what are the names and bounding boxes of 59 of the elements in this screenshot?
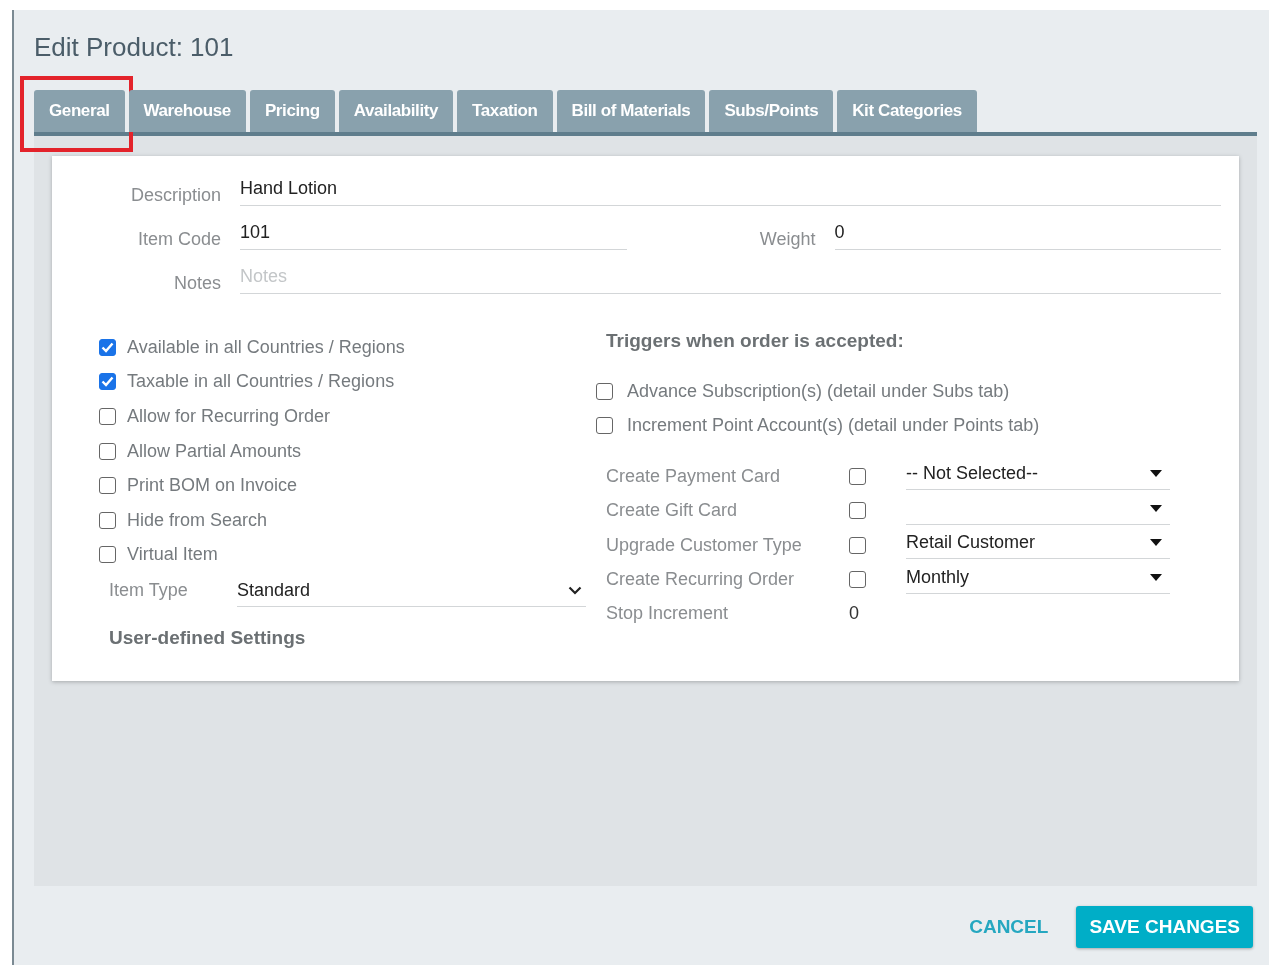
checkbox-label: Print BOM on Invoice (127, 475, 298, 497)
checkbox[interactable] (849, 536, 866, 554)
checkbox[interactable] (99, 546, 116, 564)
checkbox[interactable] (596, 382, 613, 400)
dropdown-select[interactable]: Monthly (906, 565, 1170, 594)
tab[interactable]: General (34, 90, 125, 132)
tab[interactable]: Bill of Materials (556, 90, 706, 132)
checkbox[interactable] (849, 467, 866, 485)
chevron-down-icon (568, 586, 582, 596)
field-label: Notes (172, 273, 222, 294)
field-label: Description (129, 185, 222, 206)
dropdown-select[interactable]: Retail Customer (906, 531, 1170, 560)
field-label: Create Gift Card (606, 500, 739, 522)
checkbox-label: Hide from Search (127, 509, 268, 531)
dropdown-select[interactable]: -- Not Selected-- (906, 462, 1170, 491)
dialog-title: Edit Product: 101 (34, 32, 235, 62)
checkbox-label: Increment Point Account(s) (detail under Points tab) (627, 415, 1040, 437)
caret-down-icon (1150, 573, 1162, 581)
checkbox[interactable] (99, 338, 116, 356)
item-type-select[interactable]: Standard (237, 580, 586, 608)
tab[interactable]: Warehouse (128, 90, 246, 132)
checkbox-label: Allow Partial Amounts (127, 440, 302, 462)
notes-field[interactable]: Notes (240, 264, 1221, 294)
field-label: Item Code (136, 229, 222, 250)
checkbox-label: Taxable in all Countries / Regions (127, 371, 395, 393)
checkbox-label: Available in all Countries / Regions (127, 336, 405, 358)
field-label: Weight (758, 229, 817, 250)
field-value: 0 (849, 603, 860, 625)
caret-down-icon (1150, 539, 1162, 547)
description-field[interactable]: Hand Lotion (240, 176, 1221, 206)
checkbox[interactable] (99, 511, 116, 529)
field-label: Item Type (109, 580, 189, 603)
checkbox[interactable] (99, 442, 116, 460)
weight-field[interactable]: 0 (834, 220, 1221, 250)
cancel-button[interactable]: CANCEL (957, 908, 1061, 946)
tab[interactable]: Taxation (457, 90, 553, 132)
save-changes-button[interactable]: SAVE CHANGES (1076, 906, 1253, 948)
section-heading: Triggers when order is accepted: (606, 330, 905, 352)
section-heading: User-defined Settings (109, 627, 307, 650)
checkbox[interactable] (849, 571, 866, 589)
field-label: Upgrade Customer Type (606, 534, 803, 556)
checkbox[interactable] (849, 502, 866, 520)
tab[interactable]: Kit Categories (837, 90, 977, 132)
checkbox-label: Virtual Item (127, 544, 218, 566)
tab[interactable]: Availability (338, 90, 454, 132)
checkbox[interactable] (596, 417, 613, 435)
item-code-field[interactable]: 101 (240, 220, 627, 250)
checkbox[interactable] (99, 477, 116, 495)
checkbox-label: Advance Subscription(s) (detail under Subs tab) (627, 380, 1010, 402)
checkbox[interactable] (99, 373, 116, 391)
field-label: Stop Increment (606, 603, 730, 625)
tab[interactable]: Pricing (249, 90, 335, 132)
caret-down-icon (1150, 504, 1162, 512)
checkbox-label: Allow for Recurring Order (127, 406, 331, 427)
field-label: Create Payment Card (606, 465, 782, 487)
field-label: Create Recurring Order (606, 569, 796, 591)
tab[interactable]: Subs/Points (709, 90, 834, 132)
caret-down-icon (1150, 470, 1162, 478)
checkbox[interactable] (99, 408, 116, 425)
